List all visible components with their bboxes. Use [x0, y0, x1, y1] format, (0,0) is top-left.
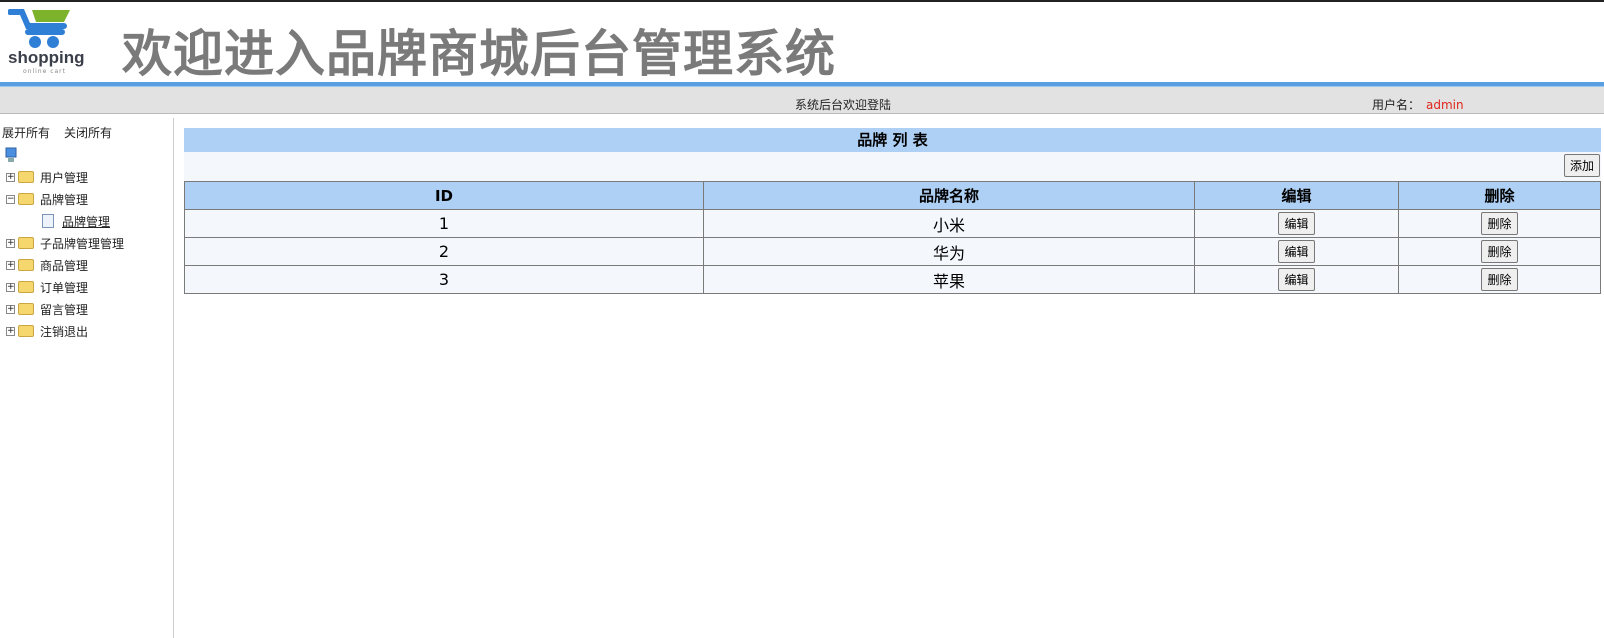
sidebar-item-message[interactable]: + 留言管理 [4, 298, 124, 320]
sidebar-item-label: 用户管理 [40, 170, 89, 185]
cell-id: 2 [184, 237, 704, 266]
add-button[interactable]: 添加 [1563, 154, 1600, 177]
edit-button[interactable]: 编辑 [1278, 240, 1315, 263]
sidebar-item-label: 子品牌管理管理 [40, 236, 125, 251]
cell-name: 小米 [703, 209, 1195, 238]
page-icon [42, 214, 54, 228]
sidebar-item-subbrand[interactable]: + 子品牌管理管理 [4, 232, 124, 254]
cell-name: 苹果 [703, 265, 1195, 294]
brand-list-panel: 品牌 列 表 添加 ID 品牌名称 编辑 删除 1 小米 编辑 删除 2 华为 … [184, 128, 1601, 294]
brand-table: ID 品牌名称 编辑 删除 1 小米 编辑 删除 2 华为 编辑 删除 3 苹果… [184, 181, 1601, 294]
sidebar-item-label: 留言管理 [40, 302, 89, 317]
sidebar-subitem-brand[interactable]: 品牌管理 [4, 210, 124, 232]
expand-icon[interactable]: + [6, 326, 15, 336]
edit-button[interactable]: 编辑 [1278, 212, 1315, 235]
cell-id: 1 [184, 209, 704, 238]
welcome-text: 系统后台欢迎登陆 [795, 98, 892, 112]
cell-delete: 删除 [1398, 265, 1601, 294]
expand-all-link[interactable]: 展开所有 [2, 126, 50, 140]
logo-subtext: online cart [23, 68, 67, 75]
cell-name: 华为 [703, 237, 1195, 266]
sidebar-item-label: 商品管理 [40, 258, 89, 273]
folder-open-icon [18, 193, 34, 205]
folder-icon [18, 237, 34, 249]
sidebar-link-brand-management[interactable]: 品牌管理 [62, 213, 110, 230]
expand-icon[interactable]: + [6, 172, 15, 182]
expand-icon[interactable]: + [6, 260, 15, 270]
logo-text: shopping [8, 48, 85, 67]
edit-button[interactable]: 编辑 [1278, 268, 1315, 291]
sidebar-item-label: 注销退出 [40, 324, 89, 339]
sidebar-item-user[interactable]: + 用户管理 [4, 166, 124, 188]
page-title: 欢迎进入品牌商城后台管理系统 [122, 25, 836, 83]
cell-edit: 编辑 [1194, 265, 1399, 294]
folder-icon [18, 303, 34, 315]
delete-button[interactable]: 删除 [1481, 240, 1518, 263]
user-name: admin [1426, 98, 1464, 112]
sidebar-item-brand[interactable]: − 品牌管理 [4, 188, 124, 210]
folder-icon [18, 325, 34, 337]
sidebar-item-label: 订单管理 [40, 280, 89, 295]
sidebar-item-product[interactable]: + 商品管理 [4, 254, 124, 276]
folder-icon [18, 171, 34, 183]
table-row: 2 华为 编辑 删除 [184, 237, 1601, 266]
collapse-icon[interactable]: − [6, 194, 15, 204]
cell-edit: 编辑 [1194, 237, 1399, 266]
cell-delete: 删除 [1398, 237, 1601, 266]
cell-id: 3 [184, 265, 704, 294]
table-caption: 品牌 列 表 [184, 128, 1601, 152]
toolbar: 添加 [184, 152, 1601, 181]
header: shopping online cart 欢迎进入品牌商城后台管理系统 [0, 2, 1604, 83]
nav-tree: + 用户管理 − 品牌管理 品牌管理 + 子品牌管理管理 + 商品管理 + 订单管理 + 留… [4, 144, 124, 342]
column-header-name: 品牌名称 [703, 181, 1195, 210]
column-header-id: ID [184, 181, 704, 210]
collapse-all-link[interactable]: 关闭所有 [64, 126, 112, 140]
table-row: 3 苹果 编辑 删除 [184, 265, 1601, 294]
folder-icon [18, 259, 34, 271]
expand-icon[interactable]: + [6, 282, 15, 292]
user-label: 用户名： [1372, 98, 1421, 112]
computer-root-icon [5, 147, 17, 162]
user-info: 用户名： admin [1372, 96, 1464, 113]
delete-button[interactable]: 删除 [1481, 212, 1518, 235]
sidebar-item-order[interactable]: + 订单管理 [4, 276, 124, 298]
column-header-delete: 删除 [1398, 181, 1601, 210]
cell-edit: 编辑 [1194, 209, 1399, 238]
sidebar-item-logout[interactable]: + 注销退出 [4, 320, 124, 342]
folder-icon [18, 281, 34, 293]
delete-button[interactable]: 删除 [1481, 268, 1518, 291]
column-header-edit: 编辑 [1194, 181, 1399, 210]
cell-delete: 删除 [1398, 209, 1601, 238]
status-bar: 系统后台欢迎登陆 用户名： admin [0, 87, 1604, 114]
sidebar-item-label: 品牌管理 [40, 192, 89, 207]
expand-icon[interactable]: + [6, 238, 15, 248]
expand-icon[interactable]: + [6, 304, 15, 314]
table-header-row: ID 品牌名称 编辑 删除 [184, 181, 1601, 210]
table-row: 1 小米 编辑 删除 [184, 209, 1601, 238]
sidebar: 展开所有 关闭所有 + 用户管理 − 品牌管理 品牌管理 + 子品牌管理管理 + 商品管理… [0, 118, 174, 638]
